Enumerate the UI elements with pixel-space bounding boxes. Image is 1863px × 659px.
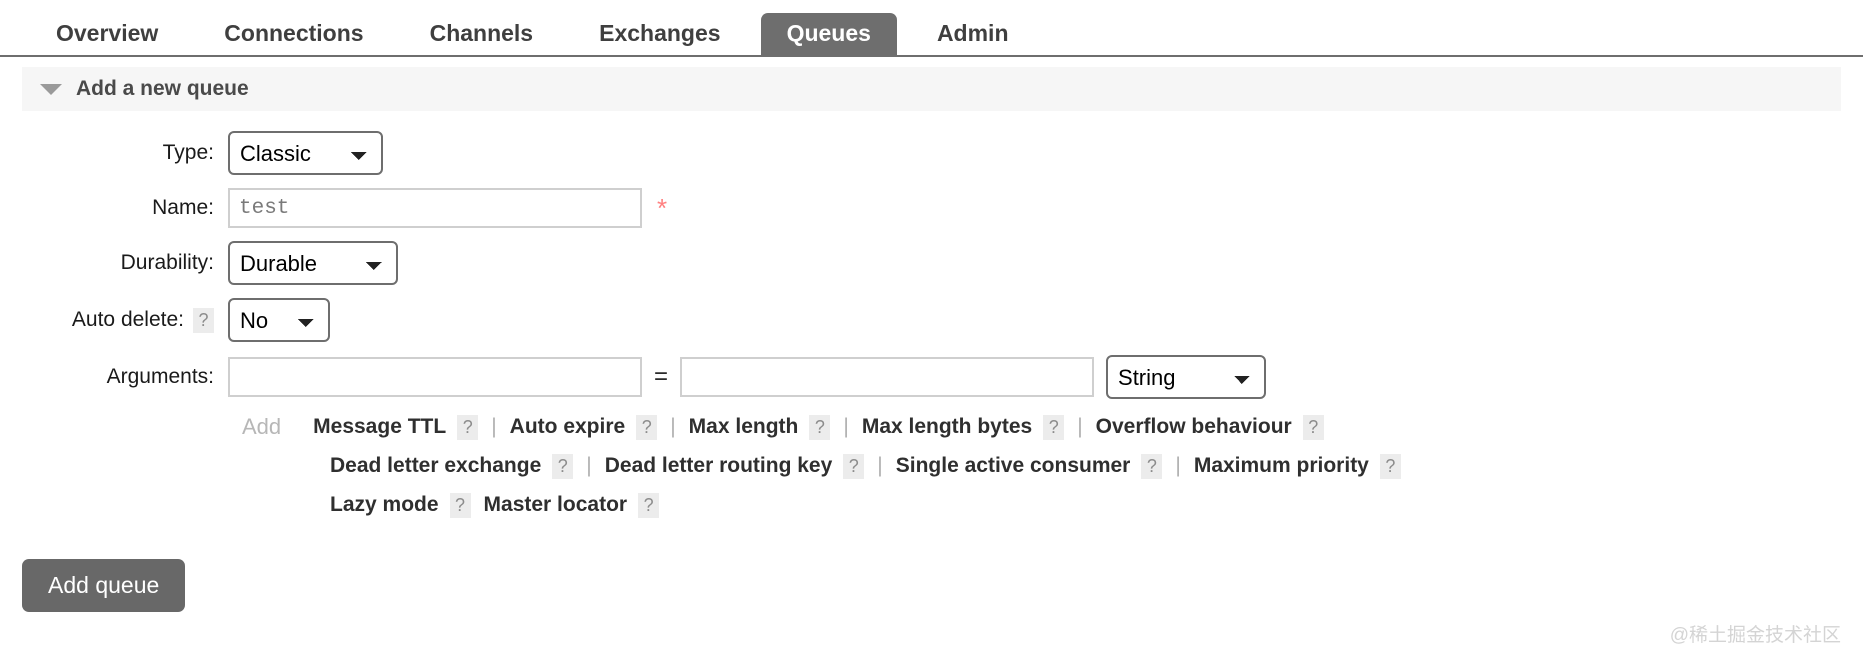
- help-icon[interactable]: ?: [457, 414, 479, 440]
- preset-separator: |: [843, 415, 849, 438]
- help-icon[interactable]: ?: [552, 453, 574, 479]
- argument-type-select[interactable]: StringNumberBooleanList: [1106, 355, 1267, 399]
- help-icon[interactable]: ?: [638, 492, 660, 518]
- watermark: @稀土掘金技术社区: [1669, 625, 1841, 646]
- form-row-name: Name: *: [0, 188, 1863, 228]
- argument-key-input[interactable]: [228, 357, 642, 397]
- preset-max-length[interactable]: Max length: [689, 415, 799, 439]
- equals-sign: =: [654, 363, 669, 390]
- preset-single-active-consumer[interactable]: Single active consumer: [896, 454, 1131, 478]
- auto-delete-label: Auto delete: ?: [0, 307, 228, 333]
- auto-delete-select[interactable]: NoYes: [228, 298, 330, 342]
- form-row-arguments: Arguments: = StringNumberBooleanList: [0, 355, 1863, 399]
- preset-auto-expire[interactable]: Auto expire: [510, 415, 626, 439]
- help-icon[interactable]: ?: [843, 453, 865, 479]
- help-icon[interactable]: ?: [636, 414, 658, 440]
- preset-separator: |: [1175, 454, 1181, 477]
- queues-page: Overview Connections Channels Exchanges Queu…: [0, 0, 1863, 659]
- preset-row: Dead letter exchange? | Dead letter routin…: [242, 451, 1863, 481]
- main-navigation-tabs: Overview Connections Channels Exchanges Queu…: [0, 0, 1863, 57]
- preset-master-locator[interactable]: Master locator: [484, 493, 628, 517]
- add-queue-form: Type: ClassicQuorumStream Name: * Durabi…: [0, 131, 1863, 520]
- preset-separator: |: [1077, 415, 1083, 438]
- preset-max-length-bytes[interactable]: Max length bytes: [862, 415, 1032, 439]
- name-input[interactable]: [228, 188, 642, 228]
- preset-separator: |: [670, 415, 676, 438]
- tab-channels[interactable]: Channels: [404, 13, 560, 57]
- durability-select[interactable]: DurableTransient: [228, 241, 398, 285]
- form-row-durability: Durability: DurableTransient: [0, 241, 1863, 285]
- preset-row: Add Message TTL? | Auto expire? | Max length?…: [242, 412, 1863, 442]
- preset-maximum-priority[interactable]: Maximum priority: [1194, 454, 1369, 478]
- tab-queues[interactable]: Queues: [760, 13, 897, 57]
- preset-dead-letter-exchange[interactable]: Dead letter exchange: [330, 454, 541, 478]
- preset-message-ttl[interactable]: Message TTL: [313, 415, 446, 439]
- help-icon[interactable]: ?: [1302, 414, 1324, 440]
- auto-delete-label-text: Auto delete:: [71, 308, 184, 331]
- preset-overflow-behaviour[interactable]: Overflow behaviour: [1096, 415, 1292, 439]
- help-icon[interactable]: ?: [449, 492, 471, 518]
- help-icon[interactable]: ?: [1379, 453, 1401, 479]
- tab-overview[interactable]: Overview: [30, 13, 184, 57]
- tab-admin[interactable]: Admin: [911, 13, 1035, 57]
- arguments-label-text: Arguments:: [106, 365, 214, 388]
- required-asterisk: *: [657, 193, 668, 223]
- auto-delete-help-icon[interactable]: ?: [193, 307, 214, 333]
- section-title: Add a new queue: [76, 77, 249, 100]
- triangle-down-icon[interactable]: [40, 83, 62, 95]
- type-select[interactable]: ClassicQuorumStream: [228, 131, 383, 175]
- preset-separator: |: [877, 454, 883, 477]
- preset-separator: |: [586, 454, 592, 477]
- tab-connections[interactable]: Connections: [198, 13, 389, 57]
- durability-label: Durability:: [0, 251, 228, 275]
- form-row-auto-delete: Auto delete: ? NoYes: [0, 298, 1863, 342]
- tab-exchanges[interactable]: Exchanges: [573, 13, 746, 57]
- type-label: Type:: [0, 141, 228, 165]
- preset-lazy-mode[interactable]: Lazy mode: [330, 493, 439, 517]
- argument-presets: Add Message TTL? | Auto expire? | Max length?…: [228, 412, 1863, 520]
- preset-separator: |: [491, 415, 497, 438]
- durability-label-text: Durability:: [120, 251, 214, 274]
- arguments-label: Arguments:: [0, 365, 228, 389]
- help-icon[interactable]: ?: [1141, 453, 1163, 479]
- name-label-text: Name:: [152, 196, 214, 219]
- help-icon[interactable]: ?: [809, 414, 831, 440]
- argument-value-input[interactable]: [680, 357, 1095, 397]
- add-queue-button[interactable]: Add queue: [22, 559, 186, 612]
- help-icon[interactable]: ?: [1043, 414, 1065, 440]
- add-queue-section-header[interactable]: Add a new queue: [22, 67, 1841, 111]
- add-argument-label[interactable]: Add: [242, 414, 281, 440]
- preset-dead-letter-routing-key[interactable]: Dead letter routing key: [605, 454, 833, 478]
- form-row-type: Type: ClassicQuorumStream: [0, 131, 1863, 175]
- name-label: Name:: [0, 196, 228, 220]
- type-label-text: Type:: [162, 141, 214, 164]
- preset-row: Lazy mode? Master locator?: [242, 490, 1863, 520]
